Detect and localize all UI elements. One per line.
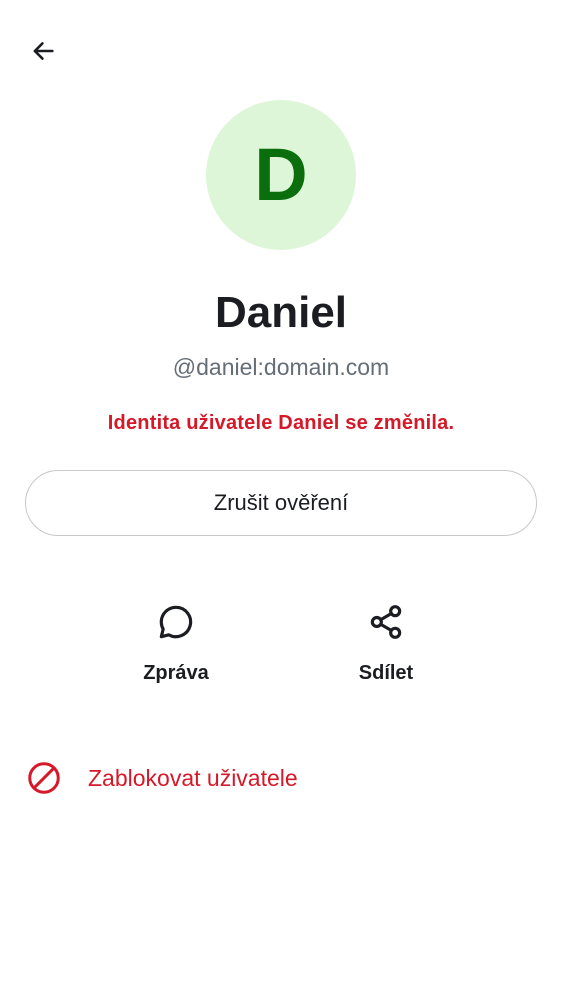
user-profile-screen: D Daniel @daniel:domain.com Identita uži… (0, 0, 562, 1000)
display-name: Daniel (214, 288, 348, 337)
avatar-initial: D (254, 133, 308, 216)
back-button[interactable] (22, 30, 64, 72)
avatar: D (206, 100, 356, 250)
share-action-button[interactable]: Sdílet (316, 598, 456, 685)
chat-bubble-icon (152, 598, 200, 646)
withdraw-verification-button[interactable]: Zrušit ověření (25, 470, 537, 536)
share-icon (362, 598, 410, 646)
message-action-label: Zpráva (143, 662, 209, 684)
message-action-button[interactable]: Zpráva (106, 598, 246, 685)
identity-changed-warning: Identita uživatele Daniel se změnila. (107, 412, 455, 434)
block-user-label: Zablokovat uživatele (88, 764, 298, 791)
block-icon (18, 750, 70, 806)
user-id: @daniel:domain.com (172, 354, 390, 380)
share-action-label: Sdílet (358, 662, 414, 684)
withdraw-verification-label: Zrušit ověření (213, 490, 349, 515)
arrow-left-icon (33, 42, 54, 60)
block-user-button[interactable]: Zablokovat uživatele (18, 750, 538, 806)
